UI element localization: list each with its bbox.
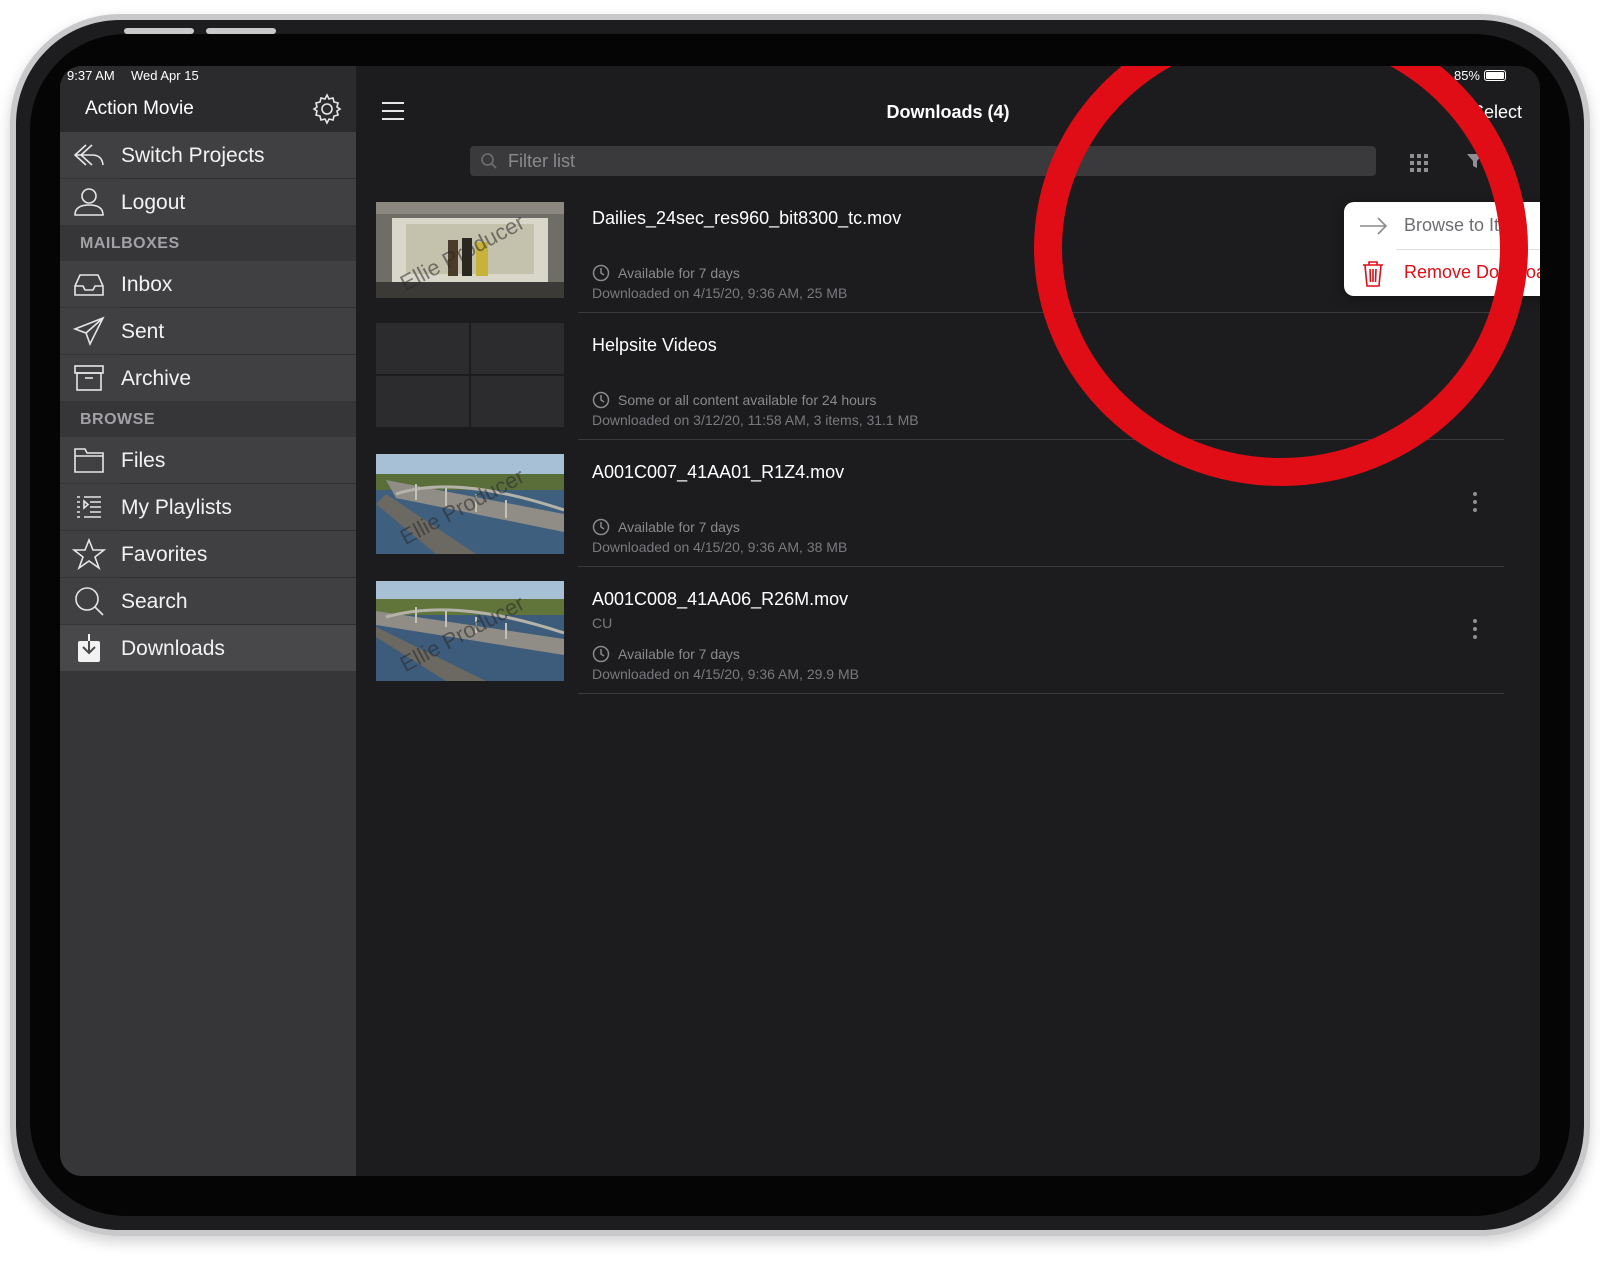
project-title: Action Movie — [85, 98, 194, 119]
section-header-browse: BROWSE — [60, 401, 356, 437]
grid-view-icon[interactable] — [1410, 154, 1428, 172]
user-icon — [74, 188, 104, 216]
browse-to-item-label: Browse to Item — [1404, 215, 1525, 235]
trash-icon — [1363, 261, 1383, 287]
availability-text: Available for 7 days — [618, 646, 740, 662]
section-label-browse: BROWSE — [80, 411, 155, 428]
sidebar-item-my-playlists[interactable]: My Playlists — [60, 484, 356, 530]
archive-box-icon — [74, 365, 104, 391]
battery-indicator: 85% — [1454, 68, 1506, 83]
download-info: Downloaded on 3/12/20, 11:58 AM, 3 items… — [592, 412, 919, 428]
folder-thumbnail — [376, 323, 564, 427]
folder-icon — [74, 448, 104, 473]
list-item[interactable]: Ellie Producer Dailies_24sec_res960_bit8… — [356, 186, 1504, 313]
gear-icon[interactable] — [310, 92, 344, 126]
section-label-mailboxes: MAILBOXES — [80, 235, 180, 252]
status-time: 9:37 AM — [67, 68, 115, 83]
more-options-icon[interactable] — [1470, 619, 1480, 641]
star-icon — [72, 538, 106, 570]
download-info: Downloaded on 4/15/20, 9:36 AM, 29.9 MB — [592, 666, 859, 682]
section-header-mailboxes: MAILBOXES — [60, 225, 356, 261]
video-thumbnail: Ellie Producer — [376, 202, 564, 298]
sidebar-label-search: Search — [121, 590, 188, 613]
sidebar-item-archive[interactable]: Archive — [60, 355, 356, 401]
sidebar-label-sent: Sent — [121, 320, 165, 343]
sidebar-item-logout[interactable]: Logout — [60, 179, 356, 225]
sidebar-label-favorites: Favorites — [121, 543, 208, 566]
sidebar-label-inbox: Inbox — [121, 273, 173, 296]
sidebar-label-archive: Archive — [121, 367, 192, 390]
sidebar-item-inbox[interactable]: Inbox — [60, 261, 356, 307]
availability-text: Some or all content available for 24 hou… — [618, 392, 877, 408]
clock-icon — [592, 264, 610, 282]
arrow-right-icon — [1360, 217, 1388, 235]
sidebar-item-files[interactable]: Files — [60, 437, 356, 483]
context-menu-popover: Browse to Item Remove Download — [1344, 202, 1540, 296]
availability: Available for 7 days — [592, 264, 740, 282]
item-title: Helpsite Videos — [592, 335, 717, 355]
download-icon — [78, 634, 100, 662]
sidebar-item-downloads[interactable]: Downloads — [60, 625, 356, 671]
item-title: A001C007_41AA01_R1Z4.mov — [592, 462, 845, 482]
availability: Available for 7 days — [592, 645, 740, 663]
status-date: Wed Apr 15 — [131, 68, 199, 83]
battery-percent: 85% — [1453, 68, 1480, 83]
sidebar-label-switch-projects: Switch Projects — [121, 144, 265, 167]
browse-to-item-menu-item[interactable]: Browse to Item — [1344, 202, 1540, 249]
status-bar: 9:37 AM Wed Apr 15 85% — [60, 66, 1540, 84]
sidebar-item-switch-projects[interactable]: Switch Projects — [60, 132, 356, 178]
more-options-icon[interactable] — [1470, 492, 1480, 514]
main-content: Downloads (4) Select Filter list Ellie P… — [356, 66, 1540, 1176]
filter-funnel-icon[interactable] — [1466, 152, 1484, 170]
app-screen: 9:37 AM Wed Apr 15 85% Action Movie Swit… — [60, 66, 1540, 1176]
remove-download-label: Remove Download — [1404, 262, 1540, 282]
availability: Available for 7 days — [592, 518, 740, 536]
download-info: Downloaded on 4/15/20, 9:36 AM, 25 MB — [592, 285, 848, 301]
availability: Some or all content available for 24 hou… — [592, 391, 876, 409]
sidebar-item-favorites[interactable]: Favorites — [60, 531, 356, 577]
search-icon — [481, 153, 497, 169]
video-thumbnail: Ellie Producer — [376, 454, 564, 554]
paper-plane-icon — [72, 316, 105, 347]
clock-icon — [592, 391, 610, 409]
filter-input[interactable] — [508, 146, 1358, 176]
clock-icon — [592, 645, 610, 663]
playlist-icon — [77, 496, 101, 518]
sidebar-item-search[interactable]: Search — [60, 578, 356, 624]
select-button[interactable]: Select — [1472, 102, 1522, 123]
remove-download-menu-item[interactable]: Remove Download — [1344, 249, 1540, 296]
sidebar-label-files: Files — [121, 449, 166, 472]
video-thumbnail: Ellie Producer — [376, 581, 564, 681]
clock-icon — [592, 518, 610, 536]
item-title: A001C008_41AA06_R26M.mov — [592, 589, 849, 609]
reply-arrow-icon — [73, 144, 104, 166]
search-icon — [75, 587, 104, 616]
sidebar-label-logout: Logout — [121, 191, 186, 214]
download-info: Downloaded on 4/15/20, 9:36 AM, 38 MB — [592, 539, 848, 555]
list-item[interactable]: Ellie Producer A001C008_41AA06_R26M.mov … — [356, 567, 1504, 694]
sidebar-label-my-playlists: My Playlists — [121, 496, 232, 519]
divider — [578, 693, 1504, 694]
list-item[interactable]: Helpsite Videos Some or all content avai… — [356, 313, 1504, 440]
availability-text: Available for 7 days — [618, 519, 740, 535]
battery-icon — [1484, 70, 1506, 81]
item-title: Dailies_24sec_res960_bit8300_tc.mov — [592, 208, 902, 228]
navigation-bar: Downloads (4) Select — [356, 66, 1540, 186]
filter-bar[interactable] — [470, 146, 1376, 176]
item-subtitle: CU — [592, 615, 613, 631]
sidebar-item-sent[interactable]: Sent — [60, 308, 356, 354]
page-title: Downloads (4) — [886, 102, 1010, 122]
list-item[interactable]: Ellie Producer A001C007_41AA01_R1Z4.mov … — [356, 440, 1504, 567]
inbox-tray-icon — [74, 274, 104, 296]
sidebar: Action Movie Switch Projects Logout MAIL… — [60, 66, 356, 1176]
sidebar-label-downloads: Downloads — [121, 637, 225, 660]
availability-text: Available for 7 days — [618, 265, 740, 281]
